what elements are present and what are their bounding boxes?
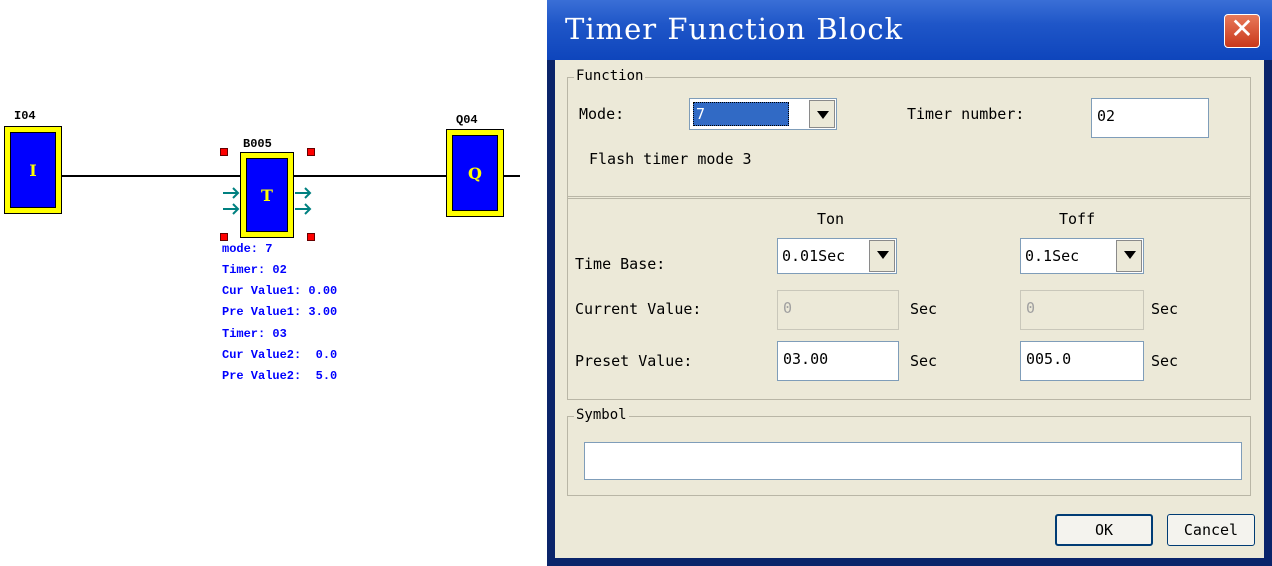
diagram-canvas[interactable]: I04 I B005 T Q04 Q mode: 7 Timer: 02 Cur… bbox=[0, 0, 540, 566]
resize-handle-bl[interactable] bbox=[220, 233, 228, 241]
info-timer1: Timer: 02 bbox=[222, 263, 287, 277]
dialog-titlebar[interactable]: Timer Function Block ✕ bbox=[547, 0, 1272, 60]
symbol-group-legend: Symbol bbox=[574, 407, 629, 423]
wire-timer-in bbox=[214, 175, 240, 177]
toff-time-base-select[interactable]: 0.1Sec bbox=[1020, 238, 1144, 274]
toff-current-value-field: 0 bbox=[1020, 290, 1144, 330]
toff-current-unit: Sec bbox=[1151, 300, 1179, 318]
output-block[interactable]: Q bbox=[446, 129, 504, 217]
resize-handle-tl[interactable] bbox=[220, 148, 228, 156]
ton-preset-unit: Sec bbox=[910, 352, 938, 370]
symbol-field[interactable] bbox=[584, 442, 1242, 480]
toff-preset-value-field[interactable]: 005.0 bbox=[1020, 341, 1144, 381]
close-button[interactable]: ✕ bbox=[1224, 12, 1260, 48]
timer-number-field[interactable]: 02 bbox=[1091, 98, 1209, 138]
timer-input-arrows-icon bbox=[223, 187, 240, 215]
close-icon: ✕ bbox=[1230, 12, 1254, 45]
wire-output-out bbox=[504, 175, 520, 177]
timer-block-tag: B005 bbox=[243, 137, 272, 151]
input-block-letter: I bbox=[10, 132, 56, 208]
ton-time-base-value: 0.01Sec bbox=[782, 247, 846, 265]
output-block-letter: Q bbox=[452, 135, 498, 211]
chevron-down-icon[interactable] bbox=[1116, 240, 1142, 272]
dialog-client-area: Function Mode: 7 Timer number: 02 Flash … bbox=[555, 60, 1264, 558]
ton-preset-value-field[interactable]: 03.00 bbox=[777, 341, 899, 381]
preset-value-label: Preset Value: bbox=[575, 352, 693, 370]
input-block[interactable]: I bbox=[4, 126, 62, 214]
toff-time-base-value: 0.1Sec bbox=[1025, 247, 1080, 265]
ton-time-base-select[interactable]: 0.01Sec bbox=[777, 238, 897, 274]
mode-description: Flash timer mode 3 bbox=[589, 150, 752, 168]
wire-input-to-timer bbox=[62, 175, 214, 177]
ton-header: Ton bbox=[817, 210, 845, 228]
current-value-label: Current Value: bbox=[575, 300, 702, 318]
mode-select-value: 7 bbox=[696, 105, 706, 123]
resize-handle-br[interactable] bbox=[307, 233, 315, 241]
timer-output-arrows-icon bbox=[295, 187, 312, 215]
mode-select[interactable]: 7 bbox=[689, 98, 837, 130]
ok-button[interactable]: OK bbox=[1055, 514, 1153, 546]
resize-handle-tr[interactable] bbox=[307, 148, 315, 156]
info-mode: mode: 7 bbox=[222, 242, 273, 256]
info-timer2: Timer: 03 bbox=[222, 327, 287, 341]
cancel-button[interactable]: Cancel bbox=[1167, 514, 1255, 546]
dialog-title: Timer Function Block bbox=[565, 12, 904, 46]
timer-block[interactable]: T bbox=[240, 152, 294, 238]
chevron-down-icon[interactable] bbox=[809, 100, 835, 128]
info-pre-value2: Pre Value2: 5.0 bbox=[222, 369, 338, 383]
ton-current-value-field: 0 bbox=[777, 290, 899, 330]
toff-header: Toff bbox=[1059, 210, 1096, 228]
function-group-legend: Function bbox=[574, 68, 646, 84]
chevron-down-icon[interactable] bbox=[869, 240, 895, 272]
timer-block-letter: T bbox=[246, 158, 288, 232]
toff-preset-unit: Sec bbox=[1151, 352, 1179, 370]
info-pre-value1: Pre Value1: 3.00 bbox=[222, 305, 338, 319]
wire-timer-to-output bbox=[294, 175, 446, 177]
input-block-tag: I04 bbox=[14, 109, 36, 123]
timer-function-block-dialog: Timer Function Block ✕ Function Mode: 7 … bbox=[547, 0, 1272, 566]
info-cur-value2: Cur Value2: 0.0 bbox=[222, 348, 338, 362]
function-group: Function bbox=[567, 68, 1251, 199]
mode-label: Mode: bbox=[579, 105, 625, 123]
output-block-tag: Q04 bbox=[456, 113, 478, 127]
timer-number-label: Timer number: bbox=[907, 105, 1025, 123]
time-base-label: Time Base: bbox=[575, 255, 666, 273]
info-cur-value1: Cur Value1: 0.00 bbox=[222, 284, 338, 298]
ton-current-unit: Sec bbox=[910, 300, 938, 318]
